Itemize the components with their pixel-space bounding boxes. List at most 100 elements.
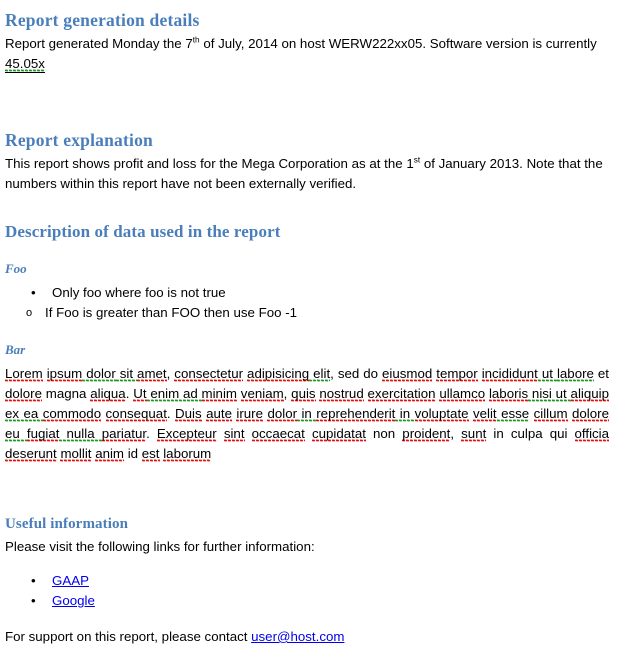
spelling-error-word: voluptate	[414, 405, 469, 422]
spelling-error-word: tempor	[436, 365, 478, 382]
spelling-error-word: sunt	[461, 425, 487, 442]
list-item: • Google	[0, 591, 622, 611]
grammar-error-word: dolor	[86, 365, 116, 382]
spelling-error-word: exercitation	[367, 385, 436, 402]
spelling-error-word: anim	[95, 445, 125, 462]
list-foo-level1: • Only foo where foo is not true	[0, 283, 622, 303]
ordinal-suffix-th: th	[192, 35, 200, 45]
spelling-error-word: Lorem	[5, 365, 43, 382]
generation-line-prefix: Report generated Monday the 7	[5, 36, 193, 52]
spelling-error-word: veniam	[240, 385, 284, 402]
list-foo-level2: o If Foo is greater than FOO then use Fo…	[0, 303, 622, 323]
paragraph-support-contact: For support on this report, please conta…	[0, 627, 622, 647]
spelling-error-word: incididunt	[481, 365, 538, 382]
list-item: o If Foo is greater than FOO then use Fo…	[0, 303, 622, 323]
paragraph-useful-intro: Please visit the following links for fur…	[5, 538, 315, 554]
spelling-error-word: nostrud	[319, 385, 364, 402]
spelling-error-word: amet	[137, 365, 167, 382]
heading-foo: Foo	[5, 260, 27, 276]
spelling-error-word: dolore	[5, 385, 42, 402]
spelling-error-word: ipsum	[46, 365, 83, 382]
spelling-error-word: consequat	[105, 405, 167, 422]
spelling-error-word: occaecat	[251, 425, 305, 442]
spelling-error-word: cillum	[533, 405, 568, 422]
spelling-error-word: consectetur	[174, 365, 244, 382]
list-item-label: Only foo where foo is not true	[52, 284, 226, 300]
spelling-error-word: proident	[402, 425, 451, 442]
support-contact-prefix: For support on this report, please conta…	[5, 628, 252, 644]
spelling-error-word: quis	[291, 385, 316, 402]
list-item: • GAAP	[0, 571, 622, 591]
spelling-error-word: reprehenderit	[316, 405, 396, 422]
spelling-error-word: est	[141, 445, 160, 462]
grammar-error-word: ut	[537, 365, 557, 382]
heading-bar: Bar	[5, 341, 26, 357]
link-google[interactable]: Google	[52, 593, 95, 608]
heading-report-explanation: Report explanation	[5, 130, 153, 151]
spelling-error-word: dolor	[267, 405, 298, 422]
list-item-label: If Foo is greater than FOO then use Foo …	[45, 304, 298, 320]
spelling-error-word: minim	[201, 385, 237, 402]
grammar-error-word: sit	[115, 365, 138, 382]
grammar-error-word: esse	[501, 405, 530, 422]
generation-line-mid: of July, 2014 on host WERW222xx05. Softw…	[199, 36, 597, 52]
heading-useful-information: Useful information	[5, 515, 129, 532]
spelling-error-word: irure	[236, 405, 264, 422]
software-version-value: 45.05x	[5, 56, 45, 74]
spelling-error-word: aliqua	[90, 385, 126, 402]
spelling-error-word: laborum	[163, 445, 212, 462]
list-item: • Only foo where foo is not true	[0, 283, 622, 303]
spelling-error-word: eiusmod	[382, 365, 433, 382]
heading-description-of-data: Description of data used in the report	[5, 222, 281, 242]
spelling-error-word: Duis	[175, 405, 202, 422]
link-gaap[interactable]: GAAP	[52, 573, 89, 588]
grammar-error-word: eu	[5, 425, 27, 442]
grammar-error-word: in	[297, 405, 317, 422]
bullet-icon: •	[31, 284, 36, 300]
explanation-line-prefix: This report shows profit and loss for th…	[5, 156, 414, 172]
spelling-error-word: mollit	[60, 445, 92, 462]
spelling-error-word: Ut	[133, 385, 147, 402]
heading-report-generation-details: Report generation details	[5, 10, 200, 30]
spelling-error-word: laboris	[488, 385, 529, 402]
grammar-error-word: ex ea	[5, 405, 43, 422]
list-useful-links: • GAAP • Google	[0, 571, 622, 611]
spelling-error-word: velit	[472, 405, 497, 422]
bullet-icon: •	[31, 572, 36, 588]
spelling-error-word: cupidatat	[311, 425, 366, 442]
paragraph-report-explanation: This report shows profit and loss for th…	[0, 154, 622, 194]
top-spacer	[0, 0, 622, 10]
paragraph-bar-lorem-ipsum: Lorem ipsum dolor sit amet, consectetur …	[5, 365, 610, 462]
grammar-error-word: in	[395, 405, 415, 422]
spelling-error-word: pariatur	[101, 425, 147, 442]
grammar-error-word: nisi ut	[528, 385, 571, 402]
grammar-error-word: labore	[556, 365, 594, 382]
circle-bullet-icon: o	[26, 306, 33, 319]
spelling-error-word: dolore	[572, 405, 609, 422]
spelling-error-word: commodo	[42, 405, 102, 422]
spelling-error-word: fugiat	[26, 425, 60, 442]
grammar-error-word: nulla	[59, 425, 102, 442]
spelling-error-word: Excepteur	[156, 425, 217, 442]
grammar-error-word: enim ad	[146, 385, 202, 402]
spelling-error-word: adipisicing	[247, 365, 310, 382]
grammar-error-word: elit	[313, 365, 331, 382]
spelling-error-word: ullamco	[439, 385, 486, 402]
spelling-error-word: officia	[574, 425, 610, 442]
document-page: Report generation details Report generat…	[0, 0, 622, 644]
spelling-error-word: deserunt	[5, 445, 57, 462]
spelling-error-word: sint	[223, 425, 245, 442]
paragraph-generation-details: Report generated Monday the 7th of July,…	[0, 34, 622, 74]
link-support-email[interactable]: user@host.com	[251, 629, 344, 644]
bullet-icon: •	[31, 592, 36, 608]
spelling-error-word: aute	[206, 405, 232, 422]
